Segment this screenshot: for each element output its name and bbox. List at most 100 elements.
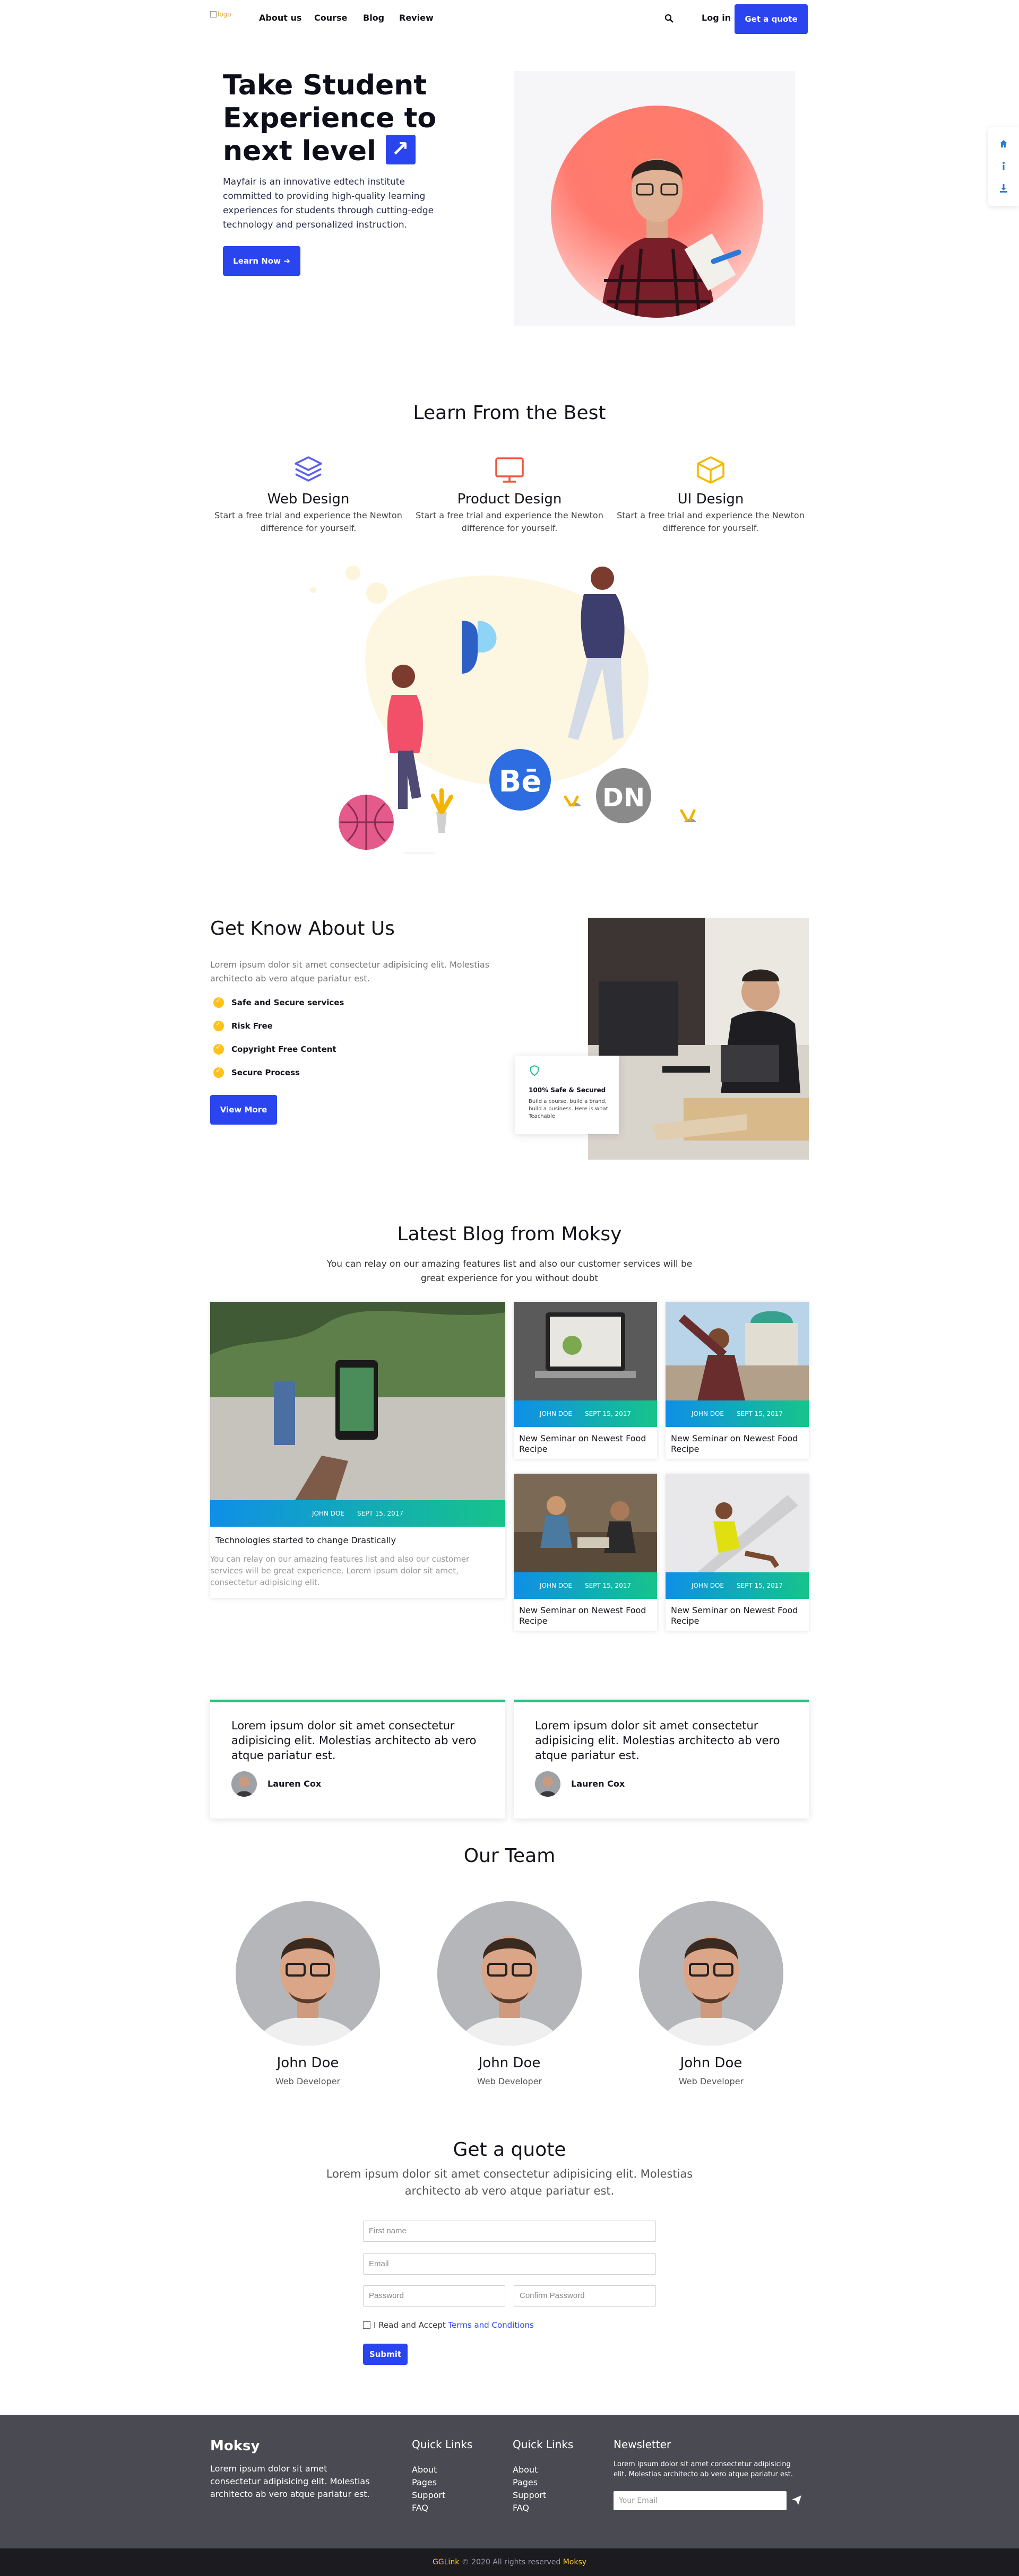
secure-card-title: 100% Safe & Secured xyxy=(529,1086,606,1094)
footer-link-support[interactable]: Support xyxy=(513,2490,546,2500)
quote-subtitle: Lorem ipsum dolor sit amet consectetur a… xyxy=(326,2168,693,2197)
shield-icon xyxy=(530,1065,539,1076)
avatar xyxy=(231,1771,257,1797)
blog-image xyxy=(666,1474,809,1572)
hero-title-line1: Take Student xyxy=(223,69,427,101)
hero-title-line2: Experience to xyxy=(223,102,437,134)
team-member: John Doe Web Developer xyxy=(236,1901,380,2086)
blog-post-title[interactable]: New Seminar on Newest Food Recipe xyxy=(519,1605,652,1626)
team-member-photo xyxy=(437,1901,582,2046)
copyright-text: © 2020 All rights reserved xyxy=(461,2558,561,2566)
side-toolbar xyxy=(988,127,1019,206)
feature-product-design: Product Design Start a free trial and ex… xyxy=(411,455,608,535)
first-name-field[interactable]: First name xyxy=(363,2221,656,2242)
learning-illustration: Bē DN xyxy=(310,565,696,854)
testimonial-name: Lauren Cox xyxy=(571,1779,625,1789)
feature-web-design: Web Design Start a free trial and experi… xyxy=(210,455,407,535)
login-link[interactable]: Log in xyxy=(702,13,731,23)
arrow-up-right-icon: ↗ xyxy=(385,135,416,164)
blog-card[interactable]: JOHN DOE SEPT 15, 2017 New Seminar on New… xyxy=(666,1474,809,1631)
check-icon xyxy=(213,997,224,1008)
feature-text: Start a free trial and experience the Ne… xyxy=(617,510,805,533)
blog-card[interactable]: JOHN DOE SEPT 15, 2017 New Seminar on New… xyxy=(514,1302,657,1459)
monitor-icon xyxy=(495,457,524,483)
blog-post-title[interactable]: New Seminar on Newest Food Recipe xyxy=(671,1605,804,1626)
footer-link-faq[interactable]: FAQ xyxy=(513,2503,529,2513)
hero-description: Mayfair is an innovative edtech institut… xyxy=(223,177,434,230)
box-icon xyxy=(697,456,724,484)
info-icon[interactable] xyxy=(999,161,1008,171)
footer-link-support[interactable]: Support xyxy=(412,2490,445,2500)
arrow-right-icon: ➔ xyxy=(283,256,290,266)
logo[interactable]: logo xyxy=(210,11,231,18)
download-icon[interactable] xyxy=(999,184,1008,193)
blog-image xyxy=(514,1302,657,1400)
avatar xyxy=(535,1771,560,1797)
testimonial-text: Lorem ipsum dolor sit amet consectetur a… xyxy=(231,1719,477,1762)
confirm-password-field[interactable]: Confirm Password xyxy=(514,2285,656,2307)
newsletter-email-input[interactable]: Your Email xyxy=(614,2491,787,2510)
learn-section-title: Learn From the Best xyxy=(413,402,606,424)
terms-link[interactable]: Terms and Conditions xyxy=(448,2320,534,2330)
team-member-role: Web Developer xyxy=(477,2076,542,2086)
blog-post-title[interactable]: Technologies started to change Drastical… xyxy=(215,1535,500,1546)
nav-blog[interactable]: Blog xyxy=(363,13,384,23)
copyright-bar: GGLink © 2020 All rights reserved Moksy xyxy=(0,2548,1019,2576)
blog-meta: JOHN DOE SEPT 15, 2017 xyxy=(210,1500,505,1527)
learn-now-button[interactable]: Learn Now ➔ xyxy=(223,246,300,276)
blog-card[interactable]: JOHN DOE SEPT 15, 2017 New Seminar on New… xyxy=(514,1474,657,1631)
nav-about[interactable]: About us xyxy=(259,13,301,23)
blog-meta: JOHN DOE SEPT 15, 2017 xyxy=(666,1400,809,1427)
team-member-role: Web Developer xyxy=(678,2076,744,2086)
about-text: Lorem ipsum dolor sit amet consectetur a… xyxy=(210,960,490,984)
testimonial-card: Lorem ipsum dolor sit amet consectetur a… xyxy=(514,1700,809,1818)
footer-link-pages[interactable]: Pages xyxy=(513,2477,538,2487)
hero-student-photo xyxy=(551,106,763,318)
footer-col-title: Quick Links xyxy=(412,2438,473,2451)
footer-link-faq[interactable]: FAQ xyxy=(412,2503,428,2513)
email-field[interactable]: Email xyxy=(363,2253,656,2275)
hero-title-line3: next level xyxy=(223,135,376,167)
search-icon[interactable] xyxy=(664,14,674,23)
team-member: John Doe Web Developer xyxy=(639,1901,783,2086)
about-item: Secure Process xyxy=(213,1067,300,1078)
blog-image xyxy=(514,1474,657,1572)
hero-image xyxy=(514,71,795,326)
submit-button[interactable]: Submit xyxy=(363,2344,408,2365)
hero-title: Take Student Experience to next level ↗ xyxy=(223,69,467,168)
team-member-role: Web Developer xyxy=(275,2076,341,2086)
footer-link-about[interactable]: About xyxy=(412,2465,437,2475)
terms-checkbox[interactable] xyxy=(363,2321,370,2329)
nav-course[interactable]: Course xyxy=(314,13,347,23)
feature-text: Start a free trial and experience the Ne… xyxy=(214,510,402,533)
team-member-name: John Doe xyxy=(277,2055,339,2071)
footer-description: Lorem ipsum dolor sit amet consectetur a… xyxy=(210,2464,370,2499)
send-icon[interactable] xyxy=(791,2494,802,2506)
featured-blog-card[interactable]: JOHN DOE SEPT 15, 2017 Technologies start… xyxy=(210,1302,505,1598)
check-icon xyxy=(213,1020,224,1031)
feature-text: Start a free trial and experience the Ne… xyxy=(416,510,603,533)
blog-meta: JOHN DOE SEPT 15, 2017 xyxy=(666,1572,809,1599)
footer-link-about[interactable]: About xyxy=(513,2465,538,2475)
nav-review[interactable]: Review xyxy=(399,13,434,23)
blog-post-title[interactable]: New Seminar on Newest Food Recipe xyxy=(519,1433,652,1455)
team-member-name: John Doe xyxy=(478,2055,541,2071)
check-icon xyxy=(213,1043,224,1055)
get-quote-button[interactable]: Get a quote xyxy=(735,4,808,34)
blog-post-title[interactable]: New Seminar on Newest Food Recipe xyxy=(671,1433,804,1455)
dn-badge: DN xyxy=(602,783,645,813)
feature-title: UI Design xyxy=(677,491,744,507)
blog-card[interactable]: JOHN DOE SEPT 15, 2017 New Seminar on New… xyxy=(666,1302,809,1459)
check-icon xyxy=(213,1067,224,1078)
about-item: Risk Free xyxy=(213,1020,273,1031)
footer-link-pages[interactable]: Pages xyxy=(412,2477,437,2487)
secure-card: 100% Safe & Secured Build a course, buil… xyxy=(515,1056,619,1134)
password-field[interactable]: Password xyxy=(363,2285,505,2307)
testimonial-card: Lorem ipsum dolor sit amet consectetur a… xyxy=(210,1700,505,1818)
newsletter-title: Newsletter xyxy=(614,2438,671,2451)
view-more-button[interactable]: View More xyxy=(210,1095,277,1125)
blog-image xyxy=(666,1302,809,1400)
terms-row: I Read and Accept Terms and Conditions xyxy=(363,2320,534,2330)
team-title: Our Team xyxy=(463,1845,556,1867)
home-icon[interactable] xyxy=(999,139,1008,149)
